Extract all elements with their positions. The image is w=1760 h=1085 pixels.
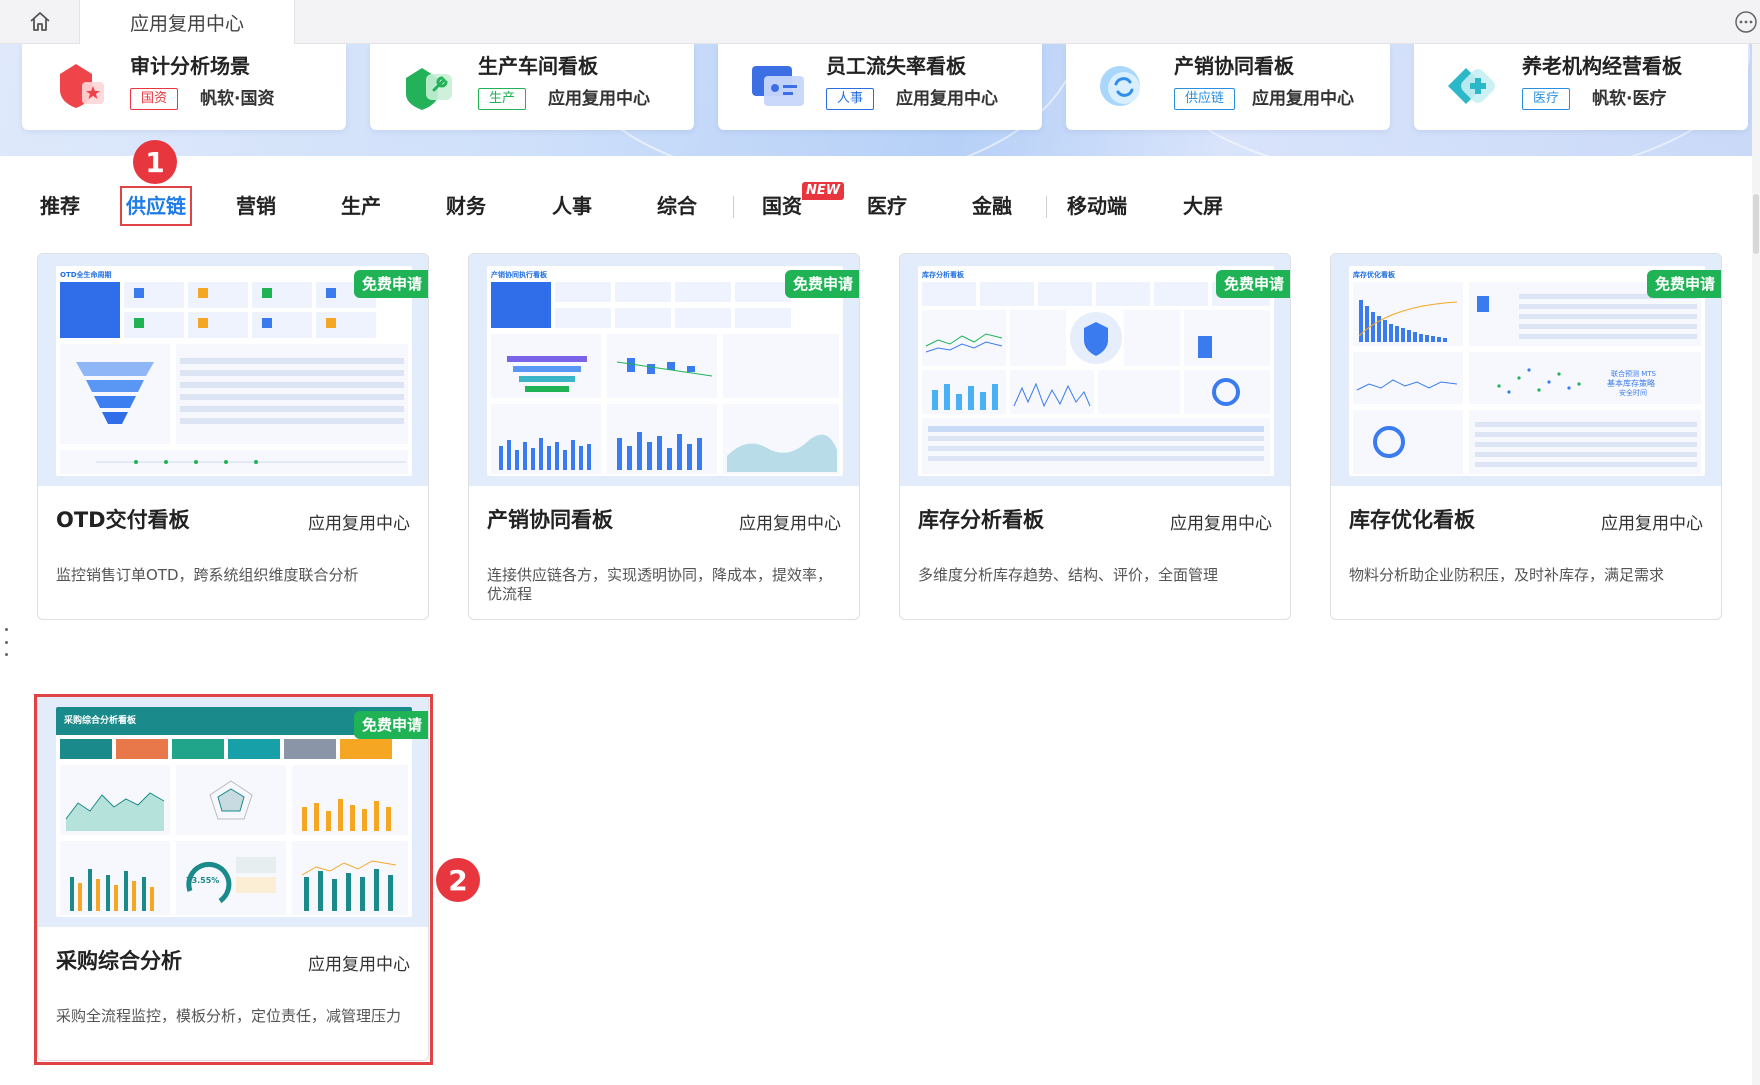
thumb-title: 库存优化看板 xyxy=(1353,270,1396,279)
scene-source: 应用复用中心 xyxy=(1252,89,1354,109)
scene-tag: 供应链 xyxy=(1174,88,1236,110)
scene-tag: 国资 xyxy=(130,88,179,110)
free-apply-badge[interactable]: 免费申请 xyxy=(353,270,428,298)
tab-separator xyxy=(733,196,734,218)
tab-big-screen[interactable]: 大屏 xyxy=(1183,186,1223,226)
card-thumbnail: 产销协同执行看板 免费申请 xyxy=(469,254,859,486)
scene-title: 生产车间看板 xyxy=(478,54,598,78)
scene-card-elderly-care[interactable]: 养老机构经营看板 医疗 帆软·医疗 xyxy=(1414,44,1748,130)
scene-tag: 医疗 xyxy=(1522,88,1571,110)
tab-supply-chain[interactable]: 供应链 xyxy=(120,186,192,226)
scene-card-supply-sales[interactable]: 产销协同看板 供应链 应用复用中心 xyxy=(1066,44,1390,130)
tab-medical[interactable]: 医疗 xyxy=(867,186,907,226)
step-marker-1: 1 xyxy=(133,140,177,184)
thumb-title: 库存分析看板 xyxy=(922,270,965,279)
free-apply-badge[interactable]: 免费申请 xyxy=(784,270,859,298)
tab-production[interactable]: 生产 xyxy=(341,186,381,226)
tab-finance-industry[interactable]: 金融 xyxy=(972,186,1012,226)
card-description: 监控销售订单OTD，跨系统组织维度联合分析 xyxy=(56,566,359,584)
svg-text:安全时间: 安全时间 xyxy=(1619,388,1647,397)
card-source: 应用复用中心 xyxy=(1601,514,1703,534)
app-reuse-center-page: 应用复用中心 审计分析场景 国资 帆软·国资 生产车间看板 生产 应用复用中心 … xyxy=(0,0,1760,1085)
tab-mobile[interactable]: 移动端 xyxy=(1067,186,1127,226)
template-card-inventory-analysis[interactable]: 库存分析看板 免费申请 库存分析看板 应用复用中心 多维度分析库存趋势、结构、评… xyxy=(899,253,1291,620)
template-card-otd[interactable]: OTD全生命周期 免费申请 OTD交付看板 应用复用中心 监控销售订单OTD，跨… xyxy=(37,253,429,620)
step-marker-2: 2 xyxy=(436,858,480,902)
scene-tag: 人事 xyxy=(826,88,875,110)
scene-card-attrition[interactable]: 员工流失率看板 人事 应用复用中心 xyxy=(718,44,1042,130)
card-thumbnail: 库存优化看板 联合预测 MTS 基本库存策略 安全时间 免费申请 xyxy=(1331,254,1721,486)
featured-banner: 审计分析场景 国资 帆软·国资 生产车间看板 生产 应用复用中心 员工流失率看板… xyxy=(0,44,1752,156)
tab-state-assets[interactable]: 国资 xyxy=(762,186,802,226)
highlight-box xyxy=(34,694,433,1065)
medical-cross-icon xyxy=(1448,68,1495,104)
tab-separator xyxy=(1046,196,1047,218)
scene-card-workshop[interactable]: 生产车间看板 生产 应用复用中心 xyxy=(370,44,694,130)
shield-star-icon xyxy=(60,64,104,108)
scene-source: 应用复用中心 xyxy=(896,89,998,109)
scene-source: 帆软·医疗 xyxy=(1592,89,1667,109)
more-options-button[interactable] xyxy=(1732,8,1760,36)
wrench-shield-icon xyxy=(406,68,452,110)
scene-source: 应用复用中心 xyxy=(548,89,650,109)
card-thumbnail: OTD全生命周期 免费申请 xyxy=(38,254,428,486)
tab-app-reuse-center[interactable]: 应用复用中心 xyxy=(80,0,295,44)
new-badge: NEW xyxy=(802,182,845,200)
thumb-title: 产销协同执行看板 xyxy=(491,270,548,279)
tab-comprehensive[interactable]: 综合 xyxy=(657,186,697,226)
svg-text:联合预测 MTS: 联合预测 MTS xyxy=(1611,369,1657,378)
scene-source: 帆软·国资 xyxy=(200,89,275,109)
card-title: 库存分析看板 xyxy=(918,508,1044,532)
template-card-supply-sales[interactable]: 产销协同执行看板 免费申请 产销协同看板 应用复用中心 连接供应链各方，实现透明… xyxy=(468,253,860,620)
card-title: 产销协同看板 xyxy=(487,508,613,532)
tab-hr[interactable]: 人事 xyxy=(552,186,592,226)
category-tabs: 推荐 供应链 营销 生产 财务 人事 综合 国资 NEW 医疗 金融 移动端 大… xyxy=(0,182,1300,230)
card-source: 应用复用中心 xyxy=(739,514,841,534)
scene-title: 员工流失率看板 xyxy=(826,54,966,78)
card-source: 应用复用中心 xyxy=(308,514,410,534)
card-description: 物料分析助企业防积压，及时补库存，满足需求 xyxy=(1349,566,1665,584)
scene-title: 产销协同看板 xyxy=(1174,54,1294,78)
tab-recommend[interactable]: 推荐 xyxy=(40,186,80,226)
svg-text:基本库存策略: 基本库存策略 xyxy=(1607,378,1655,388)
scene-card-audit[interactable]: 审计分析场景 国资 帆软·国资 xyxy=(22,44,346,130)
scene-title: 养老机构经营看板 xyxy=(1522,54,1682,78)
card-description: 多维度分析库存趋势、结构、评价，全面管理 xyxy=(918,566,1219,584)
scene-tag: 生产 xyxy=(478,88,527,110)
home-icon xyxy=(29,12,50,31)
card-thumbnail: 库存分析看板 免费申请 xyxy=(900,254,1290,486)
tab-marketing[interactable]: 营销 xyxy=(236,186,276,226)
home-button[interactable] xyxy=(0,0,80,44)
side-drag-handle[interactable] xyxy=(3,628,9,656)
scene-title: 审计分析场景 xyxy=(130,54,250,78)
free-apply-badge[interactable]: 免费申请 xyxy=(1646,270,1721,298)
top-tab-bar: 应用复用中心 xyxy=(0,0,1760,44)
card-title: OTD交付看板 xyxy=(56,508,190,532)
scrollbar-thumb[interactable] xyxy=(1753,194,1759,254)
id-card-icon xyxy=(752,66,804,106)
sync-circle-icon xyxy=(1100,66,1140,106)
free-apply-badge[interactable]: 免费申请 xyxy=(1215,270,1290,298)
card-title: 库存优化看板 xyxy=(1349,508,1475,532)
more-dots-icon xyxy=(1735,11,1757,33)
card-source: 应用复用中心 xyxy=(1170,514,1272,534)
card-description: 连接供应链各方，实现透明协同，降成本，提效率，优流程 xyxy=(487,566,833,603)
template-card-inventory-optimization[interactable]: 库存优化看板 联合预测 MTS 基本库存策略 安全时间 免费申请 库存优化看板 … xyxy=(1330,253,1722,620)
thumb-title: OTD全生命周期 xyxy=(60,270,112,279)
vertical-scrollbar[interactable] xyxy=(1752,44,1760,1085)
tab-finance[interactable]: 财务 xyxy=(446,186,486,226)
